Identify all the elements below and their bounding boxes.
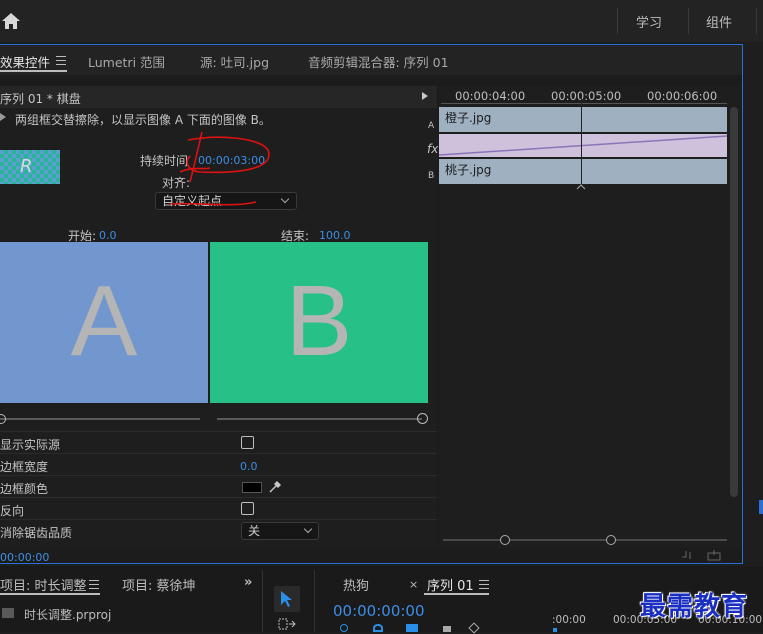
thumbnail-letter: R (20, 156, 33, 177)
sequence-timecode[interactable]: 00:00:00:00 (333, 602, 425, 620)
nav-components[interactable]: 组件 (706, 12, 732, 31)
playhead-caret-icon (576, 184, 586, 190)
preview-b: B (210, 242, 428, 403)
active-tab-underline (0, 70, 67, 72)
active-tab-underline (424, 593, 489, 595)
chevron-down-icon (280, 194, 290, 204)
footer-timecode[interactable]: 00:00:00 (0, 551, 49, 564)
clip-a-name: 橙子.jpg (445, 111, 492, 125)
track-a-label: A (428, 121, 435, 131)
tab-lumetri[interactable]: Lumetri 范围 (88, 52, 165, 71)
watermark: 最需教育 (640, 592, 749, 622)
selection-tool-button[interactable] (274, 586, 300, 612)
magnet-icon[interactable] (373, 624, 383, 632)
scroll-left-handle[interactable] (500, 535, 510, 545)
top-bar: 学习 组件 (0, 0, 763, 42)
ruler-line (441, 103, 727, 104)
track-fx-label: fx (427, 142, 439, 156)
property-row: 消除锯齿品质 关 (0, 519, 437, 541)
transition-track[interactable] (439, 134, 727, 157)
property-row: 显示实际源 (0, 431, 437, 453)
more-tabs-icon[interactable]: » (244, 575, 252, 590)
tab-project[interactable]: 项目: 时长调整 (0, 575, 87, 594)
property-label: 边框宽度 (0, 460, 49, 474)
tab-effect-controls[interactable]: 效果控件 (0, 52, 50, 71)
property-row: 边框颜色 (0, 475, 437, 497)
vertical-scrollbar[interactable] (730, 107, 738, 497)
border-color-swatch[interactable] (242, 482, 262, 493)
timeline-tools[interactable] (340, 622, 480, 634)
preview-a: A (0, 242, 208, 403)
export-icon[interactable] (707, 549, 723, 561)
side-edge-marker (759, 500, 763, 514)
property-label: 反向 (0, 504, 25, 518)
effect-description: 两组框交替擦除，以显示图像 A 下面的图像 B。 (15, 113, 271, 127)
end-value[interactable]: 100.0 (319, 229, 351, 242)
active-tab-underline (0, 593, 100, 595)
eyedropper-icon[interactable] (268, 480, 282, 494)
tab-source[interactable]: 源: 吐司.jpg (200, 52, 269, 71)
panel-menu-icon[interactable] (56, 56, 66, 65)
end-slider-handle[interactable] (417, 413, 428, 424)
border-width-value[interactable]: 0.0 (240, 460, 258, 473)
panel-divider (262, 570, 263, 632)
play-triangle-icon[interactable] (421, 91, 429, 101)
seq-ruler-label: :00:00 (552, 614, 586, 626)
start-value[interactable]: 0.0 (99, 229, 117, 242)
home-icon[interactable] (0, 10, 22, 32)
marker-icon[interactable] (443, 626, 451, 632)
expand-triangle-icon[interactable] (0, 112, 8, 122)
panel-menu-icon[interactable] (479, 580, 489, 589)
seq-playhead[interactable] (553, 628, 557, 632)
snap-icon[interactable] (340, 624, 348, 632)
playhead-line[interactable] (581, 97, 582, 187)
clip-b-name: 桃子.jpg (445, 163, 492, 177)
preview-b-letter: B (285, 265, 353, 377)
red-annotation (169, 132, 270, 206)
clip-b[interactable]: 桃子.jpg (439, 159, 727, 184)
property-row: 边框宽度 0.0 (0, 453, 437, 475)
ruler-label: 00:00:04:00 (455, 89, 526, 103)
antialias-select-value: 关 (248, 524, 261, 538)
ruler-label: 00:00:05:00 (551, 89, 622, 103)
horizontal-scrollbar[interactable] (443, 539, 727, 541)
property-label: 显示实际源 (0, 438, 61, 452)
panel-menu-icon[interactable] (89, 580, 99, 589)
tab-project-2[interactable]: 项目: 蔡徐坤 (122, 575, 196, 594)
project-file-name[interactable]: 时长调整.prproj (24, 606, 111, 623)
nav-learn[interactable]: 学习 (636, 12, 662, 31)
preview-a-letter: A (70, 265, 138, 377)
tab-hotdog[interactable]: 热狗 (343, 575, 369, 594)
tab-sequence-01[interactable]: 序列 01 (427, 575, 474, 594)
tab-audio-mixer[interactable]: 音频剪辑混合器: 序列 01 (308, 52, 449, 71)
close-tab-icon[interactable]: × (409, 578, 418, 591)
property-label: 消除锯齿品质 (0, 526, 73, 540)
ruler-label: 00:00:06:00 (647, 89, 718, 103)
clip-a[interactable]: 橙子.jpg (439, 107, 727, 132)
effect-header: 序列 01 * 棋盘 (0, 92, 81, 106)
reverse-checkbox[interactable] (241, 502, 254, 515)
property-row: 反向 (0, 497, 437, 519)
antialias-select[interactable]: 关 (241, 522, 319, 540)
project-file-icon (2, 608, 14, 618)
scroll-right-handle[interactable] (606, 535, 616, 545)
track-select-icon[interactable] (278, 618, 296, 630)
linked-icon[interactable] (406, 624, 418, 632)
transition-thumbnail: R (0, 150, 60, 184)
property-label: 边框颜色 (0, 482, 49, 496)
show-source-checkbox[interactable] (241, 436, 254, 449)
chevron-down-icon (303, 524, 313, 534)
start-slider-track[interactable] (0, 418, 200, 420)
arrow-cursor-icon (281, 591, 292, 607)
panel-divider (314, 570, 315, 632)
track-b-label: B (428, 171, 435, 181)
end-slider-track[interactable] (217, 418, 422, 420)
audio-icon[interactable] (680, 549, 696, 561)
